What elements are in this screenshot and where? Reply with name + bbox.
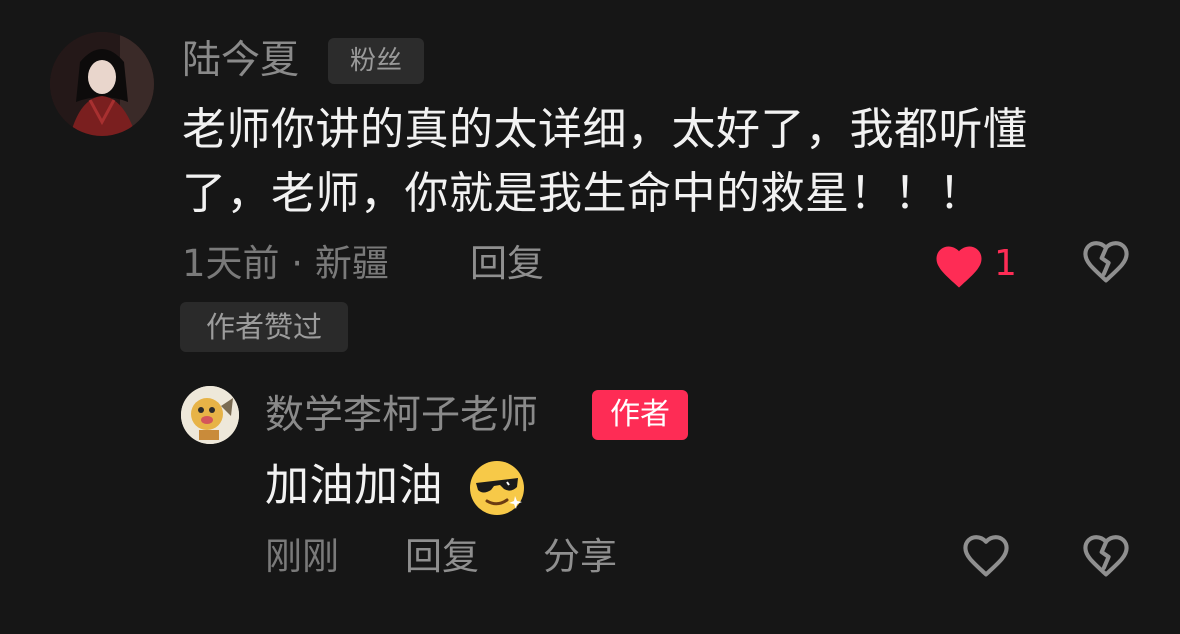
author-liked-tag: 作者赞过 [180,302,348,352]
author-badge: 作者 [592,390,688,440]
comment-dislike-button[interactable] [1080,236,1132,288]
reply-text: 加油加油 [265,460,443,511]
comment-text-line-1: 老师你讲的真的太详细，太好了，我都听懂 [182,104,1028,155]
avatar-illustration [50,32,154,136]
reply-time: 刚刚 [265,535,339,578]
like-heart-icon [936,246,982,288]
reply-reply-button[interactable]: 回复 [405,538,479,575]
avatar-author[interactable] [181,386,239,444]
comment-text-line-2: 了，老师，你就是我生命中的救星！！！ [182,168,983,219]
comment-reply-button[interactable]: 回复 [470,245,544,282]
comment-meta: 1天前 · 新疆 [182,242,389,285]
dislike-broken-heart-icon [1083,241,1129,283]
dislike-broken-heart-icon [1083,535,1129,577]
cool-sunglasses-emoji [467,458,527,518]
avatar-commenter[interactable] [50,32,154,136]
reply-share-button[interactable]: 分享 [543,538,617,575]
avatar-cartoon [181,386,239,444]
like-count: 1 [994,243,1017,284]
reply-dislike-button[interactable] [1080,530,1132,582]
commenter-name[interactable]: 陆今夏 [182,41,299,80]
author-name[interactable]: 数学李柯子老师 [265,396,538,435]
reply-like-button[interactable] [960,530,1012,582]
comment-like-button[interactable]: 1 [932,238,1022,290]
like-outline-heart-icon [963,535,1009,577]
fan-badge: 粉丝 [328,38,424,84]
